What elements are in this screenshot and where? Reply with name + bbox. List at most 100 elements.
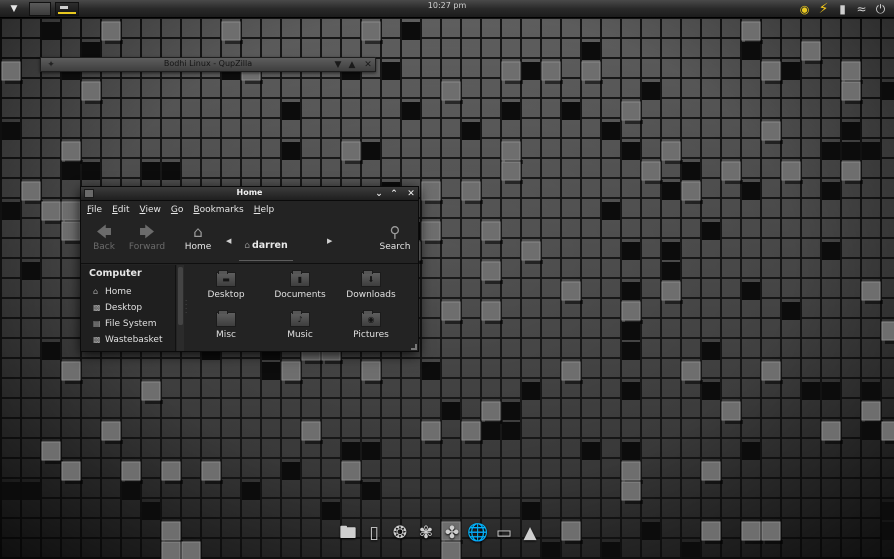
home-button[interactable]: ⌂ Home	[175, 222, 221, 260]
raised-cube	[61, 461, 81, 481]
search-button[interactable]: ⚲ Search	[372, 222, 418, 260]
path-left-arrow-icon[interactable]: ◀	[226, 237, 231, 245]
cube-shadow	[645, 180, 663, 184]
clock[interactable]: 10:27 pm	[0, 1, 894, 10]
sidebar-item-wastebasket[interactable]: ▩ Wastebasket	[93, 332, 162, 347]
folder-label: Pictures	[353, 330, 389, 340]
qupzilla-titlebar[interactable]: ✦ Bodhi Linux - QupZilla ▼ ▲ ✕	[40, 57, 376, 72]
raised-cube	[701, 461, 721, 481]
shutdown-icon[interactable]: ⏻	[873, 2, 888, 17]
minimize-icon[interactable]: ⌄	[372, 187, 386, 201]
minimize-icon[interactable]: ▼	[332, 59, 344, 71]
recessed-cube	[342, 442, 360, 460]
menu-view[interactable]: View	[137, 202, 164, 218]
sidebar-heading: Computer	[89, 268, 142, 279]
recessed-cube	[482, 422, 500, 440]
recessed-cube	[822, 142, 840, 160]
recessed-cube	[362, 142, 380, 160]
maximize-icon[interactable]: ▲	[346, 59, 358, 71]
folder-pictures[interactable]: ◉ Pictures	[335, 309, 407, 349]
raised-cube	[161, 521, 181, 541]
pane-splitter[interactable]: ....	[185, 296, 188, 317]
cube-shadow	[685, 200, 703, 204]
file-manager-titlebar[interactable]: Home ⌄ ⌃ ✕	[81, 187, 418, 201]
raised-cube	[121, 461, 141, 481]
folder-documents[interactable]: ▮ Documents	[264, 269, 336, 309]
recessed-cube	[382, 62, 400, 80]
maximize-icon[interactable]: ⌃	[387, 187, 401, 201]
cube-shadow	[105, 440, 123, 444]
menu-edit[interactable]: Edit	[109, 202, 132, 218]
folder-misc[interactable]: Misc	[190, 309, 262, 349]
cube-shadow	[25, 200, 43, 204]
sidebar-item-file-system[interactable]: ▤ File System	[93, 316, 156, 331]
recessed-cube	[142, 502, 160, 520]
recessed-cube	[622, 382, 640, 400]
documents-folder-icon: ▮	[290, 270, 310, 287]
cube-shadow	[305, 360, 323, 364]
raised-cube	[761, 361, 781, 381]
folder-label: Misc	[216, 330, 236, 340]
folder-downloads[interactable]: ⬇ Downloads	[335, 269, 407, 309]
recessed-cube	[362, 442, 380, 460]
recessed-cube	[622, 282, 640, 300]
recessed-cube	[742, 182, 760, 200]
folder-icon[interactable]: 🖿	[337, 521, 359, 545]
pictures-folder-icon: ◉	[361, 310, 381, 327]
resize-grip[interactable]	[411, 344, 417, 350]
folder-label: Music	[287, 330, 313, 340]
window-title: Bodhi Linux - QupZilla	[163, 59, 253, 68]
globe-icon[interactable]: 🌐	[467, 521, 489, 545]
firefox-icon[interactable]: ❂	[389, 521, 411, 545]
cube-shadow	[865, 300, 883, 304]
cube-shadow	[485, 280, 503, 284]
raised-cube	[481, 261, 501, 281]
close-icon[interactable]: ✕	[362, 59, 374, 71]
back-button[interactable]: 🡄 Back	[81, 222, 127, 260]
scrollbar-thumb[interactable]	[178, 267, 183, 325]
menu-help[interactable]: Help	[251, 202, 278, 218]
inkscape-icon[interactable]: ✾	[415, 521, 437, 545]
cube-shadow	[205, 480, 223, 484]
recessed-cube	[282, 462, 300, 480]
breadcrumb-label: darren	[251, 240, 288, 251]
desktop-folder-icon: ▬	[216, 270, 236, 287]
cube-shadow	[665, 160, 683, 164]
ipod-icon[interactable]: ▯	[363, 521, 385, 545]
raised-cube	[61, 361, 81, 381]
vlc-cone-icon[interactable]: ▲	[519, 521, 541, 545]
folder-icon	[216, 310, 236, 327]
cube-shadow	[705, 480, 723, 484]
wifi-icon[interactable]: ≈	[854, 2, 869, 17]
menu-bookmarks[interactable]: Bookmarks	[190, 202, 246, 218]
power-bolt-icon[interactable]: ⚡	[816, 1, 831, 17]
forward-button[interactable]: 🡆 Forward	[124, 222, 170, 260]
menu-go[interactable]: Go	[168, 202, 187, 218]
folder-music[interactable]: ♪ Music	[264, 309, 336, 349]
raised-cube	[161, 541, 181, 559]
gimp-icon[interactable]: ✤	[441, 521, 463, 545]
recessed-cube	[462, 122, 480, 140]
cube-shadow	[65, 480, 83, 484]
folder-desktop[interactable]: ▬ Desktop	[190, 269, 262, 309]
recessed-cube	[742, 442, 760, 460]
sidebar-item-home[interactable]: ⌂ Home	[93, 284, 132, 299]
headset-icon[interactable]: ◉	[797, 2, 812, 17]
raised-cube	[421, 181, 441, 201]
cube-shadow	[565, 380, 583, 384]
raised-cube	[681, 181, 701, 201]
recessed-cube	[2, 122, 20, 140]
sidebar-scrollbar[interactable]	[177, 265, 184, 351]
cube-shadow	[765, 380, 783, 384]
path-breadcrumb[interactable]: ⌂ darren	[239, 233, 293, 261]
terminal-icon[interactable]: ▭	[493, 521, 515, 545]
music-folder-icon: ♪	[290, 310, 310, 327]
close-icon[interactable]: ✕	[404, 187, 418, 201]
cube-shadow	[225, 40, 243, 44]
battery-icon[interactable]: ▮	[835, 2, 850, 17]
raised-cube	[101, 21, 121, 41]
path-right-arrow-icon[interactable]: ▶	[327, 237, 332, 245]
raised-cube	[761, 61, 781, 81]
menu-file[interactable]: File	[84, 202, 105, 218]
sidebar-item-desktop[interactable]: ▩ Desktop	[93, 300, 142, 315]
